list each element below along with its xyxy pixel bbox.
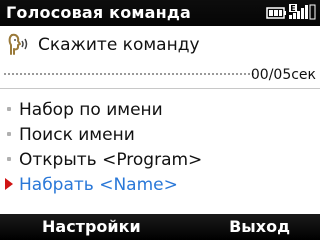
listen-timer: 00/05сек [250, 67, 316, 83]
list-item[interactable]: Поиск имени [0, 123, 320, 147]
window-title: Голосовая команда [6, 3, 192, 22]
status-icons: E [266, 3, 316, 23]
divider [0, 88, 320, 89]
bullet-icon [7, 157, 11, 161]
command-label: Поиск имени [19, 125, 135, 145]
voice-command-icon [6, 32, 30, 60]
listen-progress-bar [4, 73, 254, 77]
command-label: Набрать <Name> [19, 175, 178, 195]
selection-arrow-icon [5, 178, 13, 190]
list-item[interactable]: Открыть <Program> [0, 148, 320, 172]
voice-command-screen: Голосовая команда E Скажите команду 00/0… [0, 0, 320, 240]
bullet-icon [7, 107, 11, 111]
command-label: Открыть <Program> [19, 150, 203, 170]
softkey-bar: Настройки Выход [0, 214, 320, 240]
settings-softkey[interactable]: Настройки [42, 217, 141, 237]
list-item-selected[interactable]: Набрать <Name> [0, 173, 320, 197]
command-label: Набор по имени [19, 100, 163, 120]
command-list: Набор по имени Поиск имени Открыть <Prog… [0, 98, 320, 198]
exit-softkey[interactable]: Выход [229, 217, 290, 237]
prompt-area: Скажите команду [0, 26, 320, 66]
list-item[interactable]: Набор по имени [0, 98, 320, 122]
data-connection-icon: E [289, 4, 297, 13]
bullet-icon [7, 132, 11, 136]
battery-icon [266, 7, 286, 19]
voice-prompt: Скажите команду [38, 35, 200, 55]
title-bar: Голосовая команда E [0, 0, 320, 26]
svg-text:E: E [290, 4, 295, 13]
